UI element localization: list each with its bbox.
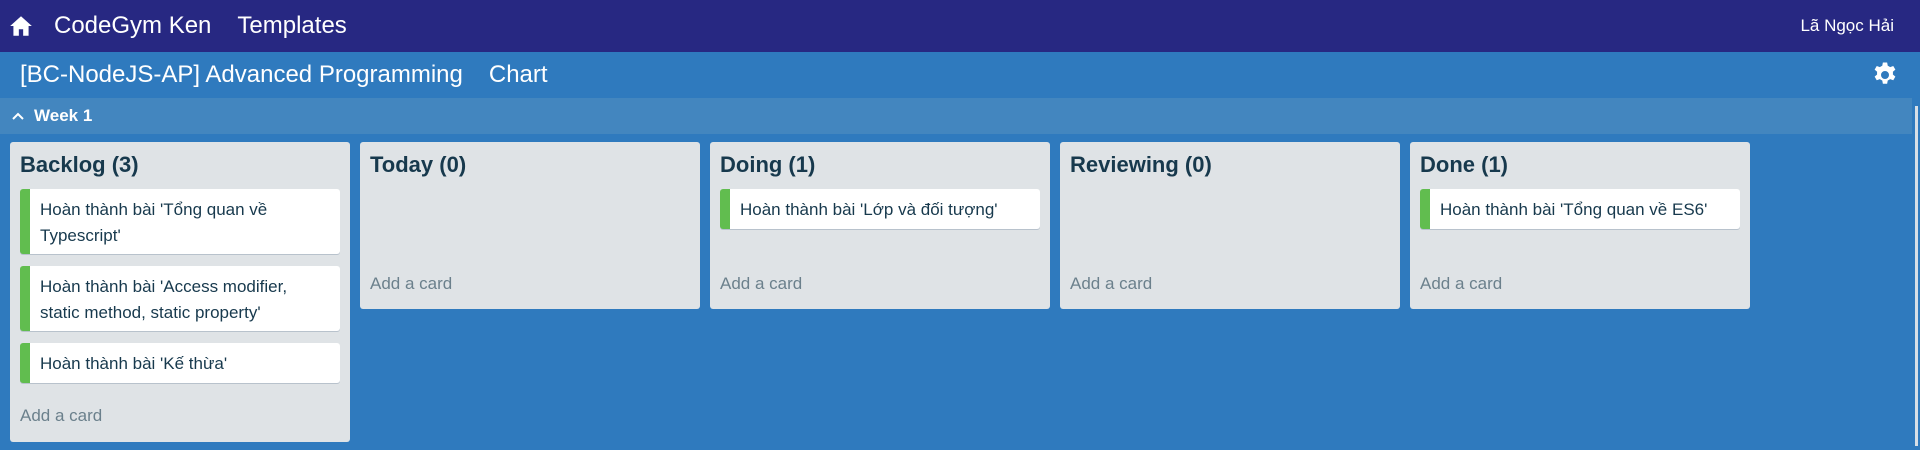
- add-card-link[interactable]: Add a card: [720, 274, 802, 294]
- user-name[interactable]: Lã Ngọc Hải: [1800, 16, 1894, 36]
- top-navbar: CodeGym Ken Templates Lã Ngọc Hải: [0, 0, 1920, 52]
- board-header: [BC-NodeJS-AP] Advanced Programming Char…: [0, 52, 1920, 98]
- list-reviewing: Reviewing (0) Add a card: [1060, 142, 1400, 309]
- card[interactable]: Hoàn thành bài 'Tổng quan về ES6': [1420, 189, 1740, 229]
- list-backlog: Backlog (3) Hoàn thành bài 'Tổng quan về…: [10, 142, 350, 442]
- card-text: Hoàn thành bài 'Tổng quan về Typescript': [40, 200, 268, 245]
- card[interactable]: Hoàn thành bài 'Lớp và đối tượng': [720, 189, 1040, 229]
- card[interactable]: Hoàn thành bài 'Access modifier, static …: [20, 266, 340, 331]
- board-title[interactable]: [BC-NodeJS-AP] Advanced Programming: [20, 61, 463, 89]
- week-header[interactable]: Week 1: [0, 98, 1912, 134]
- card-text: Hoàn thành bài 'Lớp và đối tượng': [740, 200, 998, 219]
- list-title: Doing (1): [720, 152, 816, 177]
- list-title: Today (0): [370, 152, 467, 177]
- add-card-link[interactable]: Add a card: [370, 274, 452, 294]
- list-doing: Doing (1) Hoàn thành bài 'Lớp và đối tượ…: [710, 142, 1050, 309]
- list-today: Today (0) Add a card: [360, 142, 700, 309]
- brand-link[interactable]: CodeGym Ken: [54, 12, 211, 40]
- card[interactable]: Hoàn thành bài 'Kế thừa': [20, 343, 340, 383]
- list-done: Done (1) Hoàn thành bài 'Tổng quan về ES…: [1410, 142, 1750, 309]
- list-title: Backlog (3): [20, 152, 139, 177]
- list-title: Reviewing (0): [1070, 152, 1212, 177]
- add-card-link[interactable]: Add a card: [1070, 274, 1152, 294]
- week-label: Week 1: [34, 106, 93, 125]
- gear-icon[interactable]: [1870, 60, 1900, 90]
- chart-link[interactable]: Chart: [489, 61, 548, 89]
- card-text: Hoàn thành bài 'Kế thừa': [40, 354, 228, 373]
- card-text: Hoàn thành bài 'Tổng quan về ES6': [1440, 200, 1708, 219]
- chevron-up-icon[interactable]: [10, 107, 28, 125]
- add-card-link[interactable]: Add a card: [20, 406, 102, 426]
- card-text: Hoàn thành bài 'Access modifier, static …: [40, 277, 288, 322]
- add-card-link[interactable]: Add a card: [1420, 274, 1502, 294]
- scrollbar[interactable]: [1915, 106, 1918, 446]
- list-title: Done (1): [1420, 152, 1508, 177]
- board-canvas: Week 1 Backlog (3) Hoàn thành bài 'Tổng …: [0, 98, 1920, 450]
- card[interactable]: Hoàn thành bài 'Tổng quan về Typescript': [20, 189, 340, 254]
- home-icon[interactable]: [8, 13, 34, 39]
- templates-link[interactable]: Templates: [237, 12, 346, 40]
- page-bottom: [0, 450, 1920, 455]
